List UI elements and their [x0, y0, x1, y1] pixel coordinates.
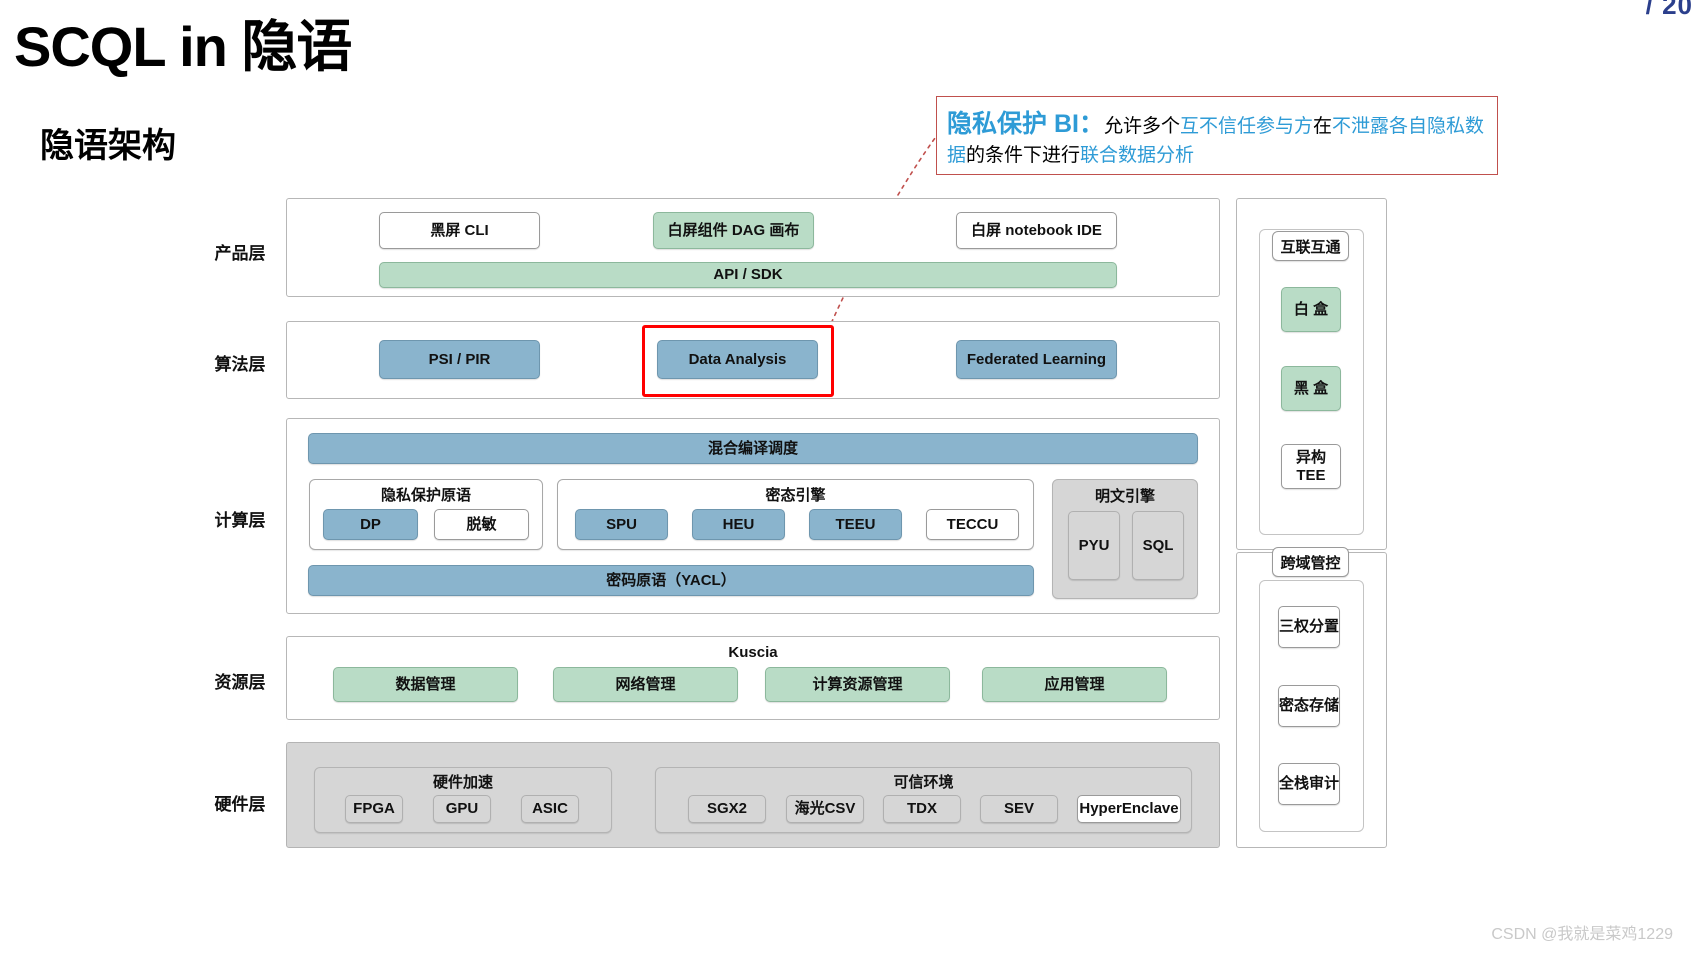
algorithm-node-federated-learning[interactable]: Federated Learning	[956, 340, 1117, 379]
layer-label-algorithm: 算法层	[214, 355, 266, 374]
product-node-cli[interactable]: 黑屏 CLI	[379, 212, 540, 249]
hardware-group-title-trusted-environment: 可信环境	[893, 774, 954, 791]
compute-node-teeu[interactable]: TEEU	[809, 509, 902, 540]
side-node-heterogeneous-tee[interactable]: 异构 TEE	[1281, 444, 1341, 489]
resource-node-network-management[interactable]: 网络管理	[553, 667, 738, 702]
page-title: SCQL in 隐语	[14, 15, 352, 78]
side-node-white-box[interactable]: 白 盒	[1281, 287, 1341, 332]
product-node-dag-canvas[interactable]: 白屏组件 DAG 画布	[653, 212, 814, 249]
side-node-secret-storage[interactable]: 密态存储	[1278, 685, 1340, 727]
hardware-node-tdx[interactable]: TDX	[883, 795, 961, 823]
compute-node-heu[interactable]: HEU	[692, 509, 785, 540]
compute-group-title-secret-engine: 密态引擎	[765, 487, 826, 504]
compute-node-hybrid-compile-schedule[interactable]: 混合编译调度	[308, 433, 1198, 464]
hardware-node-gpu[interactable]: GPU	[433, 795, 491, 823]
compute-node-spu[interactable]: SPU	[575, 509, 668, 540]
side-node-black-box[interactable]: 黑 盒	[1281, 366, 1341, 411]
layer-label-compute: 计算层	[214, 511, 266, 530]
resource-node-compute-resource-management[interactable]: 计算资源管理	[765, 667, 950, 702]
slide-canvas: SCQL in 隐语 隐语架构 / 20 CSDN @我就是菜鸡1229 隐私保…	[0, 0, 1695, 954]
compute-node-crypto-primitives-yacl[interactable]: 密码原语（YACL）	[308, 565, 1034, 596]
hardware-node-hygon-csv[interactable]: 海光CSV	[786, 795, 864, 823]
compute-node-desensitization[interactable]: 脱敏	[434, 509, 529, 540]
callout-text-2: 互不信任参与方	[1179, 116, 1313, 137]
hardware-node-hyperenclave[interactable]: HyperEnclave	[1077, 795, 1181, 823]
side-head-interconnect[interactable]: 互联互通	[1272, 231, 1349, 261]
hardware-group-title-acceleration: 硬件加速	[432, 774, 493, 791]
section-title: 隐语架构	[40, 127, 176, 165]
algorithm-node-data-analysis[interactable]: Data Analysis	[657, 340, 818, 379]
product-node-api-sdk[interactable]: API / SDK	[379, 262, 1117, 288]
compute-node-pyu[interactable]: PYU	[1068, 511, 1120, 580]
compute-group-title-privacy-primitives: 隐私保护原语	[380, 487, 471, 504]
callout-text-1: 允许多个	[1103, 116, 1180, 137]
layer-label-hardware: 硬件层	[214, 795, 266, 814]
compute-node-dp[interactable]: DP	[323, 509, 418, 540]
resource-node-data-management[interactable]: 数据管理	[333, 667, 518, 702]
layer-label-resource: 资源层	[214, 673, 266, 692]
hardware-node-sev[interactable]: SEV	[980, 795, 1058, 823]
resource-node-application-management[interactable]: 应用管理	[982, 667, 1167, 702]
side-head-cross-domain-control[interactable]: 跨域管控	[1272, 547, 1349, 577]
compute-group-title-plaintext-engine: 明文引擎	[1094, 488, 1155, 505]
hardware-node-fpga[interactable]: FPGA	[345, 795, 403, 823]
side-node-separation-of-three-powers[interactable]: 三权分置	[1278, 606, 1340, 648]
callout-text-6: 联合数据分析	[1080, 145, 1195, 167]
layer-label-product: 产品层	[214, 244, 266, 263]
algorithm-node-psi-pir[interactable]: PSI / PIR	[379, 340, 540, 379]
hardware-node-sgx2[interactable]: SGX2	[688, 795, 766, 823]
callout-box: 隐私保护 BI：允许多个互不信任参与方在不泄露各自隐私数据的条件下进行联合数据分…	[936, 96, 1498, 175]
product-node-notebook-ide[interactable]: 白屏 notebook IDE	[956, 212, 1117, 249]
callout-heading: 隐私保护 BI：	[947, 110, 1104, 138]
compute-node-teccu[interactable]: TECCU	[926, 509, 1019, 540]
hardware-node-asic[interactable]: ASIC	[521, 795, 579, 823]
callout-text-3: 在	[1312, 116, 1332, 137]
watermark: CSDN @我就是菜鸡1229	[1491, 926, 1673, 943]
compute-node-sql[interactable]: SQL	[1132, 511, 1184, 580]
side-node-full-stack-audit[interactable]: 全栈审计	[1278, 763, 1340, 805]
resource-title-kuscia: Kuscia	[728, 644, 778, 661]
callout-text-5: 的条件下进行	[966, 145, 1081, 167]
corner-logo: / 20	[1645, 0, 1693, 20]
